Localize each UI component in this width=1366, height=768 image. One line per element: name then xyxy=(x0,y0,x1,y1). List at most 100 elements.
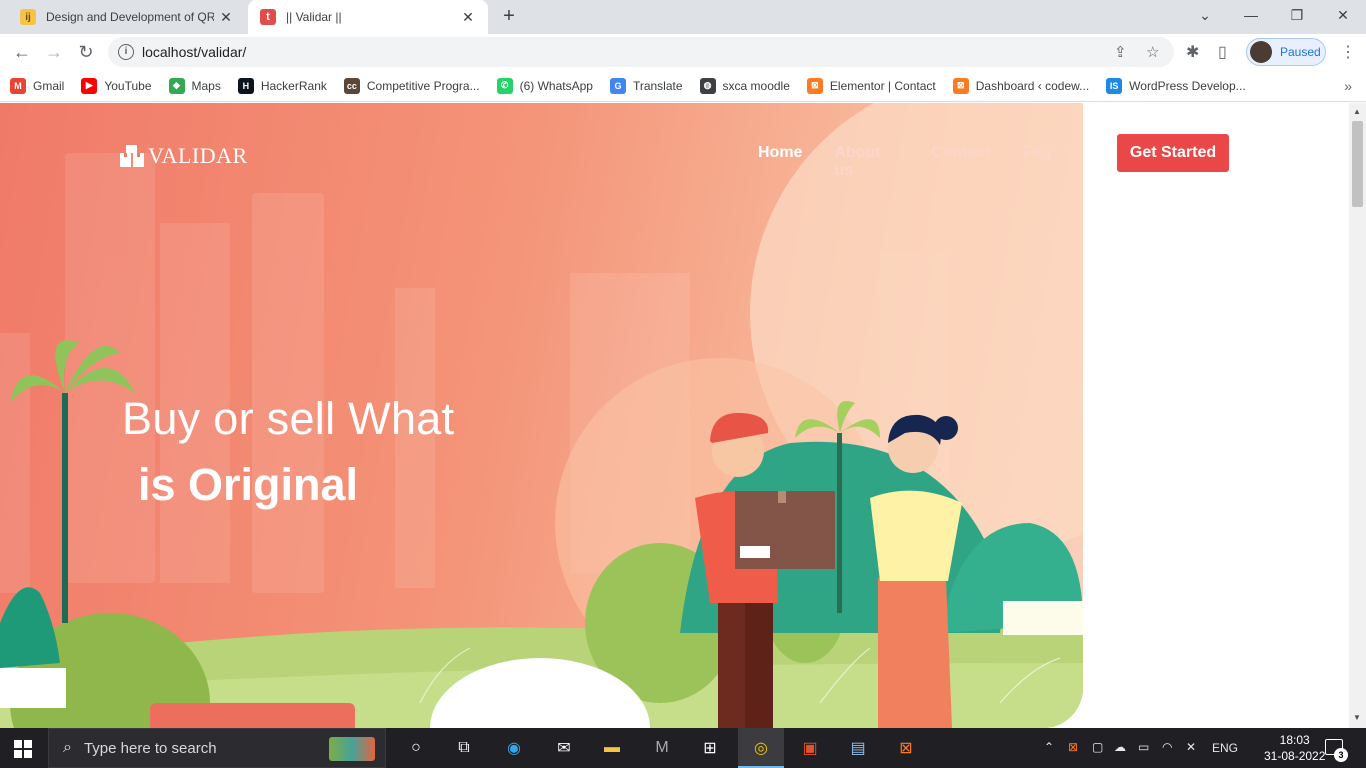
show-hidden-icons-icon[interactable]: ⌃ xyxy=(1044,740,1054,754)
bookmark-star-icon[interactable]: ☆ xyxy=(1146,43,1159,61)
bookmark-label: sxca moodle xyxy=(722,78,790,93)
wordpress-icon: IS xyxy=(1106,77,1123,94)
bookmark-item[interactable]: M Gmail xyxy=(10,77,64,94)
file-explorer-icon[interactable]: ▬ xyxy=(600,736,624,760)
bookmark-item[interactable]: G Translate xyxy=(609,77,683,94)
xampp-tray-icon[interactable]: ⊠ xyxy=(1068,740,1078,754)
language-indicator[interactable]: ENG xyxy=(1212,741,1238,755)
main-nav: Home About us Contact Faq xyxy=(758,144,1083,180)
bookmark-label: Elementor | Contact xyxy=(829,78,936,93)
tab-favicon-icon: ij xyxy=(20,9,36,25)
scroll-down-icon[interactable]: ▼ xyxy=(1353,713,1361,722)
paint-icon[interactable]: ▤ xyxy=(846,736,870,760)
clock-time: 18:03 xyxy=(1279,733,1310,747)
share-icon[interactable]: ⇪ xyxy=(1114,43,1127,61)
bookmark-label: WordPress Develop... xyxy=(1129,78,1246,93)
bookmark-item[interactable]: ✆ (6) WhatsApp xyxy=(496,77,593,94)
reload-icon[interactable]: ↻ xyxy=(72,38,100,66)
bookmark-label: Maps xyxy=(191,78,221,93)
globe-icon: ◍ xyxy=(699,77,716,94)
mail-icon[interactable]: ✉ xyxy=(552,736,576,760)
browser-tab[interactable]: ij Design and Development of QR C ✕ xyxy=(8,0,246,34)
bookmark-item[interactable]: H HackerRank xyxy=(237,77,327,94)
bookmark-item[interactable]: IS WordPress Develop... xyxy=(1106,77,1246,94)
brand-logo[interactable]: VALIDAR xyxy=(120,143,248,169)
site-info-icon[interactable]: i xyxy=(118,44,134,60)
more-bookmarks-icon[interactable]: » xyxy=(1344,78,1352,94)
bookmark-label: HackerRank xyxy=(260,78,327,93)
tab-search-chevron-icon[interactable]: ⌄ xyxy=(1182,0,1228,30)
profile-status: Paused xyxy=(1280,45,1321,59)
close-tab-icon[interactable]: ✕ xyxy=(456,9,480,26)
bookmark-item[interactable]: ▶ YouTube xyxy=(81,77,152,94)
whatsapp-icon: ✆ xyxy=(496,77,513,94)
xampp-icon: ⊠ xyxy=(952,77,969,94)
tab-title: Design and Development of QR C xyxy=(46,10,214,24)
close-window-icon[interactable]: ✕ xyxy=(1320,0,1366,30)
page-viewport: VALIDAR Home About us Contact Faq Buy or… xyxy=(0,103,1349,728)
search-placeholder: Type here to search xyxy=(83,739,217,757)
battery-icon[interactable]: ▭ xyxy=(1138,740,1149,754)
restore-window-icon[interactable]: ❐ xyxy=(1274,0,1320,30)
gmail-icon: M xyxy=(10,77,26,94)
nav-about-us[interactable]: About us xyxy=(834,144,899,180)
close-tab-icon[interactable]: ✕ xyxy=(214,9,238,26)
bookmark-item[interactable]: ⊠ Elementor | Contact xyxy=(806,77,936,94)
headline-line-2: is Original xyxy=(138,459,359,510)
new-tab-icon[interactable]: + xyxy=(498,6,520,28)
browser-menu-icon[interactable]: ⋮ xyxy=(1340,42,1356,62)
volume-muted-icon[interactable]: ✕ xyxy=(1186,740,1196,754)
get-started-button[interactable]: Get Started xyxy=(1117,134,1229,172)
side-panel-icon[interactable]: ▯ xyxy=(1218,42,1227,62)
forward-arrow-icon[interactable]: → xyxy=(40,38,68,66)
browser-tab-strip: ij Design and Development of QR C ✕ t ||… xyxy=(0,0,1366,34)
bookmark-label: Dashboard ‹ codew... xyxy=(975,78,1090,93)
bookmark-item[interactable]: ◆ Maps xyxy=(168,77,221,94)
bookmark-item[interactable]: cc Competitive Progra... xyxy=(343,77,480,94)
system-clock[interactable]: 18:03 31-08-2022 xyxy=(1264,732,1325,764)
edge-icon[interactable]: ◉ xyxy=(502,736,526,760)
boxes-logo-icon xyxy=(120,145,144,167)
office-icon[interactable]: ▣ xyxy=(798,736,822,760)
nav-contact[interactable]: Contact xyxy=(931,144,991,180)
address-bar[interactable]: i localhost/validar/ ⇪ ☆ xyxy=(108,37,1174,67)
xampp-icon[interactable]: ⊠ xyxy=(894,736,918,760)
bookmark-label: (6) WhatsApp xyxy=(519,78,593,93)
page-scrollbar[interactable]: ▲ ▼ xyxy=(1349,103,1366,728)
bookmarks-bar: M Gmail ▶ YouTube ◆ Maps H HackerRank cc Competit… xyxy=(0,70,1366,102)
cloud-offline-icon[interactable]: ☁ xyxy=(1114,740,1126,754)
minimize-window-icon[interactable]: — xyxy=(1228,0,1274,30)
chrome-icon[interactable]: ◎ xyxy=(749,736,773,760)
hackerrank-icon: H xyxy=(237,77,254,94)
profile-button[interactable]: Paused xyxy=(1246,38,1326,66)
avatar xyxy=(1250,41,1272,63)
nav-faq[interactable]: Faq xyxy=(1023,144,1051,180)
extensions-puzzle-icon[interactable]: ✱ xyxy=(1186,42,1199,62)
hero-headline: Buy or sell What is Original xyxy=(122,393,454,511)
search-highlight-icon xyxy=(329,737,375,761)
taskbar-search-box[interactable]: ⌕ Type here to search xyxy=(48,728,386,768)
browser-tab-active[interactable]: t || Validar || ✕ xyxy=(248,0,488,34)
app-m-icon[interactable]: M xyxy=(650,736,674,760)
nav-home[interactable]: Home xyxy=(758,144,802,180)
headline-line-1: Buy or sell What xyxy=(122,393,455,444)
clock-date: 31-08-2022 xyxy=(1264,749,1326,763)
task-view-icon[interactable]: ⧉ xyxy=(452,736,476,760)
cortana-icon[interactable]: ○ xyxy=(404,736,428,760)
bookmark-item[interactable]: ◍ sxca moodle xyxy=(699,77,790,94)
windows-start-icon[interactable] xyxy=(14,740,32,758)
notification-count-badge: 3 xyxy=(1334,748,1348,762)
translate-icon: G xyxy=(609,77,626,94)
maps-icon: ◆ xyxy=(168,77,185,94)
tab-favicon-icon: t xyxy=(260,9,276,25)
wifi-icon[interactable]: ◠ xyxy=(1162,740,1172,754)
windows-taskbar: ⌕ Type here to search ○ ⧉ ◉ ✉ ▬ M ⊞ ◎ ▣ … xyxy=(0,728,1366,768)
url-text[interactable]: localhost/validar/ xyxy=(142,44,246,60)
scroll-up-icon[interactable]: ▲ xyxy=(1353,107,1361,116)
bookmark-item[interactable]: ⊠ Dashboard ‹ codew... xyxy=(952,77,1090,94)
store-icon[interactable]: ⊞ xyxy=(698,736,722,760)
device-tray-icon[interactable]: ▢ xyxy=(1092,740,1103,754)
browser-toolbar: ← → ↻ i localhost/validar/ ⇪ ☆ ✱ ▯ Pause… xyxy=(0,34,1366,70)
back-arrow-icon[interactable]: ← xyxy=(8,38,36,66)
scroll-thumb[interactable] xyxy=(1352,121,1363,207)
